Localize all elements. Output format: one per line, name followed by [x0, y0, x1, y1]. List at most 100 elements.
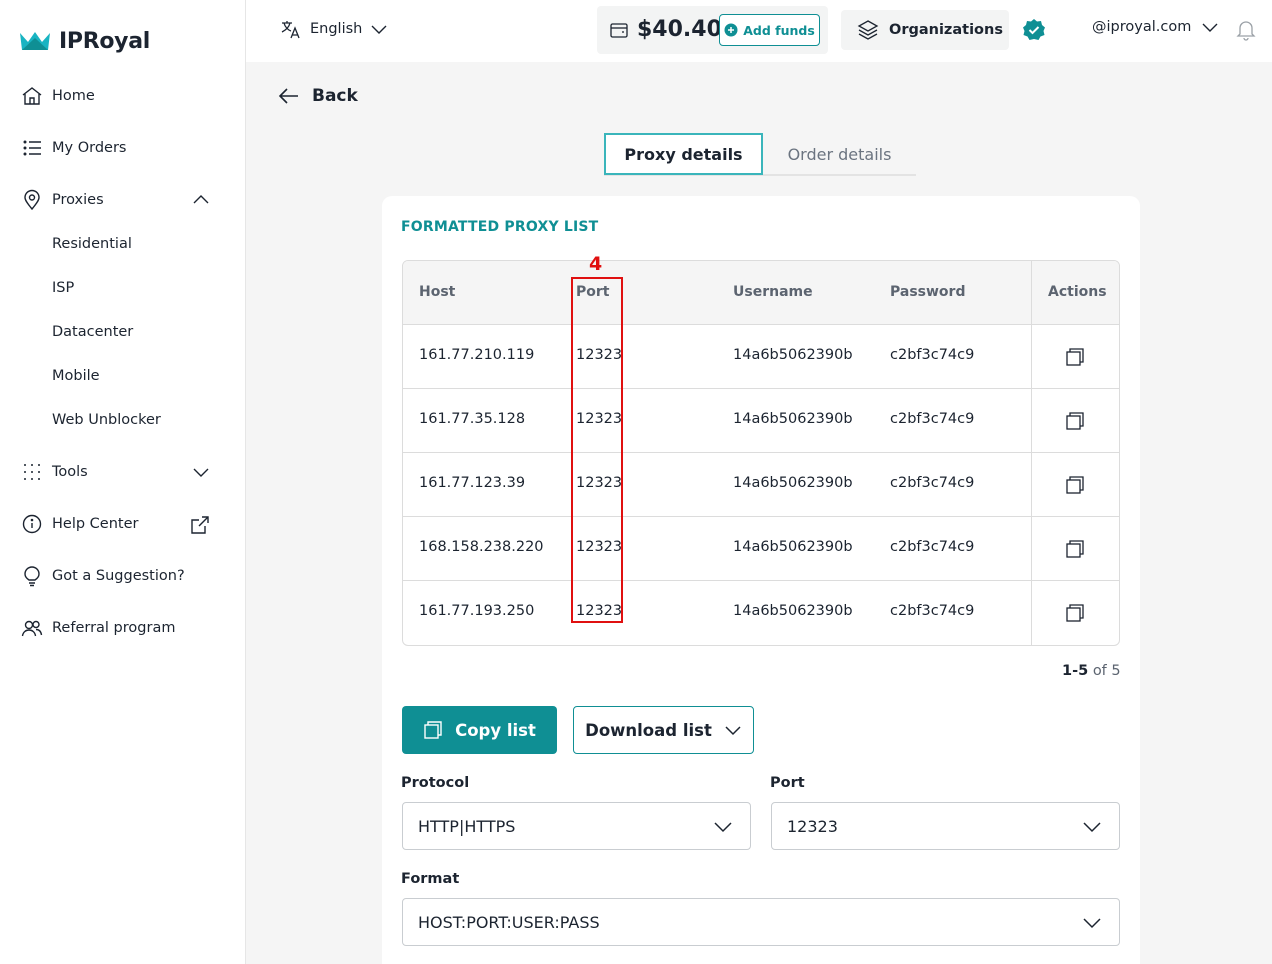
cell-password: c2bf3c74c9 — [890, 411, 975, 427]
column-header-username: Username — [733, 284, 813, 300]
cell-host: 161.77.210.119 — [419, 347, 535, 363]
table-row: 161.77.210.119 12323 14a6b5062390b c2bf3… — [403, 325, 1119, 389]
balance-widget: $40.40 Add funds — [597, 6, 828, 54]
copy-icon — [423, 720, 443, 740]
tabs: Proxy details Order details — [604, 133, 916, 176]
format-label: Format — [401, 871, 460, 887]
sidebar-item-label: Got a Suggestion? — [52, 568, 185, 584]
chevron-up-icon[interactable] — [192, 191, 210, 209]
port-select[interactable]: 12323 — [771, 802, 1120, 850]
column-header-password: Password — [890, 284, 966, 300]
cell-username: 14a6b5062390b — [733, 603, 853, 619]
sidebar-item-label: Tools — [52, 464, 88, 480]
sidebar-item-help-center[interactable]: Help Center — [20, 510, 212, 538]
language-selector[interactable]: English — [280, 18, 388, 40]
location-pin-icon — [20, 188, 44, 212]
sidebar-item-suggestion[interactable]: Got a Suggestion? — [20, 562, 212, 590]
table-row: 161.77.193.250 12323 14a6b5062390b c2bf3… — [403, 581, 1119, 645]
protocol-label: Protocol — [401, 775, 470, 791]
top-bar: English $40.40 Add funds Organizations @… — [246, 0, 1272, 62]
layers-icon — [857, 19, 879, 41]
copy-list-button[interactable]: Copy list — [402, 706, 557, 754]
tab-proxy-details[interactable]: Proxy details — [604, 133, 763, 175]
cell-password: c2bf3c74c9 — [890, 539, 975, 555]
external-link-icon — [190, 515, 210, 535]
cell-host: 161.77.193.250 — [419, 603, 535, 619]
sidebar-subitem-mobile[interactable]: Mobile — [52, 365, 100, 387]
logo[interactable]: IPRoyal — [19, 26, 150, 56]
proxy-table: Host Port Username Password Actions 161.… — [402, 260, 1120, 646]
sidebar-item-home[interactable]: Home — [20, 82, 212, 110]
cell-username: 14a6b5062390b — [733, 347, 853, 363]
dots-grid-icon — [20, 460, 44, 484]
copy-icon[interactable] — [1065, 539, 1085, 559]
info-icon — [20, 512, 44, 536]
sidebar-item-referral[interactable]: Referral program — [20, 614, 212, 642]
back-button[interactable]: Back — [278, 86, 358, 106]
copy-icon[interactable] — [1065, 347, 1085, 367]
copy-icon[interactable] — [1065, 603, 1085, 623]
cell-host: 161.77.123.39 — [419, 475, 526, 491]
download-list-button[interactable]: Download list — [573, 706, 754, 754]
verified-badge-icon — [1022, 18, 1046, 42]
protocol-value: HTTP|HTTPS — [418, 816, 516, 836]
list-icon — [20, 136, 44, 160]
tab-order-details[interactable]: Order details — [763, 133, 916, 175]
copy-icon[interactable] — [1065, 475, 1085, 495]
cell-password: c2bf3c74c9 — [890, 603, 975, 619]
sidebar-item-label: My Orders — [52, 140, 127, 156]
sidebar: IPRoyal Home My Orders Proxies Residenti… — [0, 0, 246, 964]
cell-username: 14a6b5062390b — [733, 539, 853, 555]
users-icon — [20, 616, 44, 640]
table-row: 161.77.35.128 12323 14a6b5062390b c2bf3c… — [403, 389, 1119, 453]
add-funds-label: Add funds — [743, 22, 815, 38]
sidebar-subitem-web-unblocker[interactable]: Web Unblocker — [52, 409, 161, 431]
sidebar-item-my-orders[interactable]: My Orders — [20, 134, 212, 162]
translate-icon — [280, 18, 302, 40]
chevron-down-icon — [1083, 820, 1101, 834]
add-funds-button[interactable]: Add funds — [719, 14, 820, 46]
actions-column-divider — [1031, 261, 1032, 645]
sidebar-item-label: Help Center — [52, 516, 139, 532]
download-list-label: Download list — [585, 720, 712, 740]
organizations-button[interactable]: Organizations — [841, 10, 1009, 50]
crown-logo-icon — [19, 30, 51, 52]
cell-host: 168.158.238.220 — [419, 539, 544, 555]
balance-amount: $40.40 — [637, 17, 722, 42]
cell-password: c2bf3c74c9 — [890, 475, 975, 491]
sidebar-subitem-datacenter[interactable]: Datacenter — [52, 321, 133, 343]
copy-icon[interactable] — [1065, 411, 1085, 431]
table-row: 161.77.123.39 12323 14a6b5062390b c2bf3c… — [403, 453, 1119, 517]
plus-circle-icon — [724, 23, 738, 37]
table-header: Host Port Username Password Actions — [403, 261, 1119, 325]
sidebar-subitem-residential[interactable]: Residential — [52, 233, 132, 255]
column-header-host: Host — [419, 284, 456, 300]
sidebar-item-label: Proxies — [52, 192, 104, 208]
sidebar-item-proxies[interactable]: Proxies — [20, 186, 212, 214]
chevron-down-icon — [370, 20, 388, 38]
cell-username: 14a6b5062390b — [733, 475, 853, 491]
format-select[interactable]: HOST:PORT:USER:PASS — [402, 898, 1120, 946]
port-label: Port — [770, 775, 805, 791]
chevron-down-icon — [724, 721, 742, 739]
format-value: HOST:PORT:USER:PASS — [418, 912, 600, 932]
logo-text: IPRoyal — [59, 28, 150, 54]
column-header-actions: Actions — [1048, 284, 1107, 300]
arrow-left-icon — [278, 87, 300, 105]
bell-icon[interactable] — [1236, 19, 1256, 41]
table-row: 168.158.238.220 12323 14a6b5062390b c2bf… — [403, 517, 1119, 581]
pagination-range: 1-5 — [1062, 663, 1089, 679]
cell-password: c2bf3c74c9 — [890, 347, 975, 363]
sidebar-item-tools[interactable]: Tools — [20, 458, 212, 486]
annotation-highlight-box — [571, 277, 623, 623]
protocol-select[interactable]: HTTP|HTTPS — [402, 802, 751, 850]
sidebar-subitem-isp[interactable]: ISP — [52, 277, 74, 299]
chevron-down-icon[interactable] — [192, 463, 210, 481]
cell-username: 14a6b5062390b — [733, 411, 853, 427]
user-menu[interactable]: @iproyal.com — [1092, 18, 1219, 36]
proxy-card: FORMATTED PROXY LIST Host Port Username … — [382, 196, 1140, 964]
copy-list-label: Copy list — [455, 720, 536, 740]
organizations-label: Organizations — [889, 22, 1003, 38]
user-email: @iproyal.com — [1092, 19, 1192, 35]
lightbulb-icon — [20, 564, 44, 588]
